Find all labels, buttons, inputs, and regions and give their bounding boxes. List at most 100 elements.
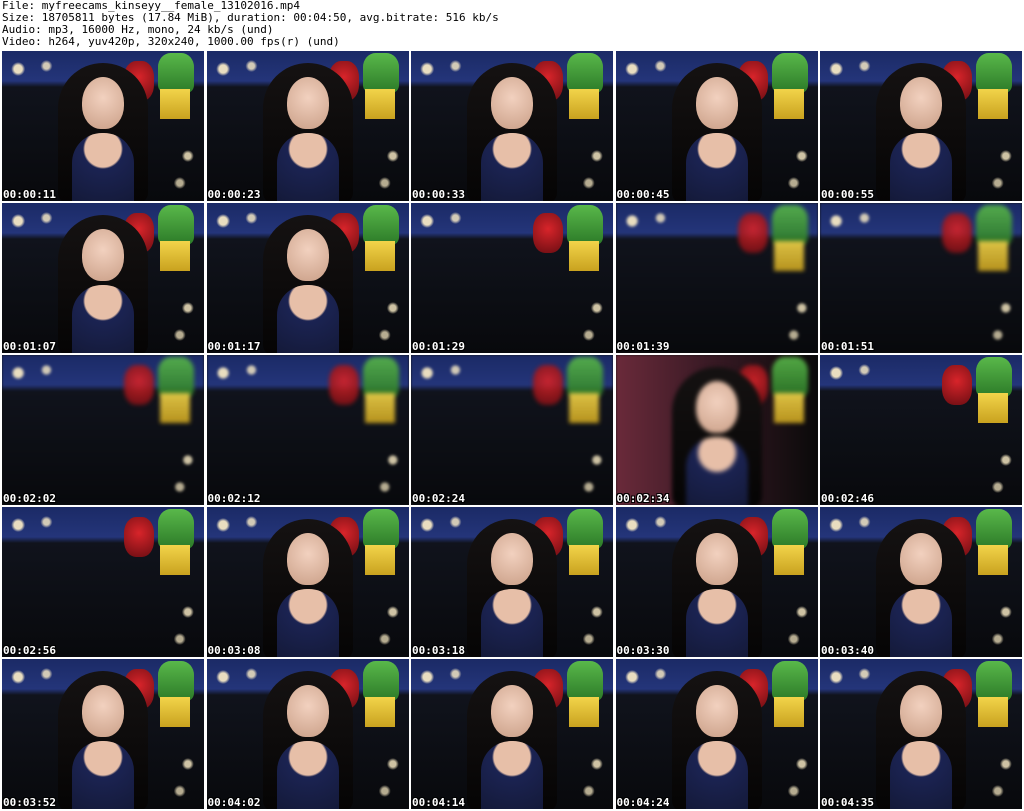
toy-green-figure (567, 205, 603, 245)
person-face (82, 77, 124, 129)
toy-yellow-figure (160, 393, 190, 423)
person-figure (671, 63, 762, 201)
toy-red-figure (533, 213, 563, 253)
video-thumbnail: 00:02:24 (411, 355, 613, 505)
video-thumbnail: 00:04:35 (820, 659, 1022, 809)
thumbnail-timestamp: 00:03:18 (412, 644, 465, 657)
video-thumbnail: 00:04:14 (411, 659, 613, 809)
person-face (286, 229, 329, 281)
thumbnail-timestamp: 00:03:40 (821, 644, 874, 657)
toy-green-figure (158, 509, 194, 549)
thumbnail-timestamp: 00:02:46 (821, 492, 874, 505)
person-torso (685, 589, 748, 657)
toy-yellow-figure (364, 545, 395, 575)
person-figure (876, 519, 966, 657)
person-torso (72, 285, 134, 353)
person-torso (685, 133, 748, 201)
person-figure (58, 671, 148, 809)
person-figure (467, 519, 557, 657)
toy-green-figure (362, 661, 399, 701)
person-figure (262, 671, 353, 809)
person-face (82, 229, 124, 281)
person-face (491, 77, 533, 129)
person-figure (58, 63, 148, 201)
person-torso (890, 741, 952, 809)
thumbnail-timestamp: 00:02:12 (207, 492, 261, 505)
person-face (286, 533, 329, 585)
person-face (900, 685, 942, 737)
thumbnail-timestamp: 00:04:14 (412, 796, 465, 809)
toy-yellow-figure (160, 241, 190, 271)
toy-yellow-figure (773, 545, 804, 575)
toy-green-figure (771, 357, 808, 397)
video-thumbnail: 00:02:46 (820, 355, 1022, 505)
video-thumbnail: 00:00:55 (820, 51, 1022, 201)
thumbnail-timestamp: 00:03:08 (207, 644, 261, 657)
thumbnail-timestamp: 00:01:17 (207, 340, 261, 353)
toy-red-figure (328, 365, 359, 405)
video-thumbnail: 00:03:18 (411, 507, 613, 657)
toy-green-figure (771, 661, 808, 701)
person-face (695, 685, 738, 737)
person-face (695, 381, 738, 433)
toy-green-figure (362, 53, 399, 93)
toy-green-figure (158, 357, 194, 397)
person-figure (671, 671, 762, 809)
video-thumbnail: 00:03:40 (820, 507, 1022, 657)
toy-green-figure (567, 661, 603, 701)
person-face (82, 685, 124, 737)
toy-green-figure (976, 509, 1012, 549)
toy-green-figure (158, 205, 194, 245)
person-face (491, 533, 533, 585)
video-thumbnail: 00:01:29 (411, 203, 613, 353)
video-thumbnail: 00:01:39 (615, 203, 818, 353)
toy-yellow-figure (364, 89, 395, 119)
thumbnail-timestamp: 00:01:29 (412, 340, 465, 353)
thumbnail-timestamp: 00:02:24 (412, 492, 465, 505)
thumbnail-timestamp: 00:00:55 (821, 188, 874, 201)
person-torso (890, 589, 952, 657)
person-figure (467, 63, 557, 201)
person-torso (72, 741, 134, 809)
toy-green-figure (362, 357, 399, 397)
toy-green-figure (771, 509, 808, 549)
video-thumbnail: 00:01:07 (2, 203, 204, 353)
toy-green-figure (976, 53, 1012, 93)
toy-green-figure (976, 357, 1012, 397)
thumbnail-timestamp: 00:04:35 (821, 796, 874, 809)
person-figure (262, 519, 353, 657)
toy-yellow-figure (364, 697, 395, 727)
person-face (286, 77, 329, 129)
person-figure (876, 671, 966, 809)
toy-yellow-figure (569, 697, 599, 727)
toy-red-figure (942, 213, 972, 253)
person-torso (481, 133, 543, 201)
person-torso (276, 285, 339, 353)
person-figure (58, 215, 148, 353)
person-torso (276, 741, 339, 809)
toy-yellow-figure (569, 393, 599, 423)
toy-yellow-figure (773, 241, 804, 271)
video-thumbnail: 00:01:17 (206, 203, 409, 353)
toy-yellow-figure (978, 545, 1008, 575)
person-face (695, 77, 738, 129)
toy-yellow-figure (160, 697, 190, 727)
video-thumbnail: 00:02:12 (206, 355, 409, 505)
toy-yellow-figure (569, 89, 599, 119)
thumbnail-timestamp: 00:00:33 (412, 188, 465, 201)
video-thumbnail: 00:03:08 (206, 507, 409, 657)
toy-green-figure (771, 205, 808, 245)
toy-red-figure (124, 517, 154, 557)
toy-yellow-figure (978, 697, 1008, 727)
thumbnail-timestamp: 00:00:45 (616, 188, 670, 201)
toy-yellow-figure (569, 241, 599, 271)
person-figure (671, 367, 762, 505)
video-thumbnail: 00:02:34 (615, 355, 818, 505)
toy-green-figure (771, 53, 808, 93)
person-torso (276, 133, 339, 201)
toy-yellow-figure (364, 393, 395, 423)
thumbnail-timestamp: 00:03:52 (3, 796, 56, 809)
thumbnail-timestamp: 00:03:30 (616, 644, 670, 657)
person-torso (276, 589, 339, 657)
person-face (900, 77, 942, 129)
